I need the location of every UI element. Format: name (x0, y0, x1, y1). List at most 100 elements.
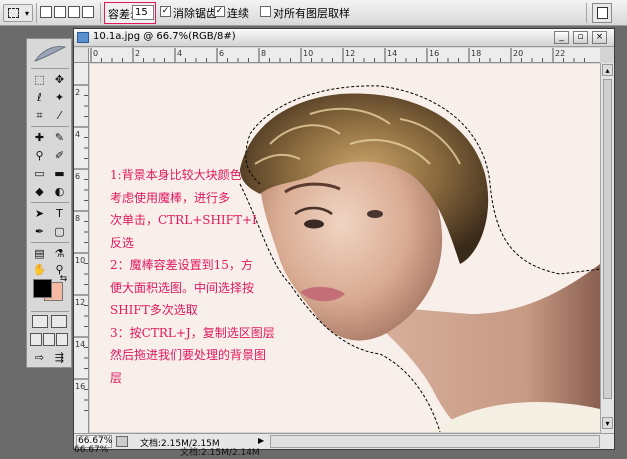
separator (100, 3, 101, 23)
contiguous-checkbox[interactable]: ✓ (214, 6, 225, 17)
extras-icon[interactable]: ⇶ (51, 349, 68, 366)
separator (586, 3, 587, 23)
background-zoom-level: 66.67% (74, 445, 109, 455)
ruler-label: 6 (75, 172, 80, 181)
blur-tool-icon[interactable]: ◆ (31, 183, 48, 200)
scroll-thumb[interactable] (603, 79, 612, 399)
annotation-line: 2：魔棒容差设置到15，方 (110, 258, 253, 272)
jump-to-imageready-icon[interactable]: ⇨ (31, 349, 48, 366)
ruler-origin[interactable] (74, 48, 89, 63)
magic-wand-tool-icon[interactable]: ✦ (51, 89, 68, 106)
ruler-label: 16 (75, 382, 85, 391)
subtract-selection-icon[interactable] (68, 6, 80, 18)
image-canvas[interactable]: 1:背景本身比较大块颜色 考虑使用魔棒，进行多 次单击，CTRL+SHIFT+I… (90, 64, 600, 432)
pen-tool-icon[interactable]: ✒ (31, 223, 48, 240)
document-title: 10.1a.jpg @ 66.7%(RGB/8#) (93, 31, 236, 42)
close-button[interactable]: × (592, 31, 607, 44)
tool-preset-picker[interactable]: ▾ (3, 4, 33, 22)
standard-mode-icon[interactable] (32, 315, 48, 328)
vertical-ruler[interactable]: 2 4 6 8 10 12 14 16 (74, 63, 89, 433)
eraser-tool-icon[interactable]: ▭ (31, 165, 48, 182)
path-selection-icon[interactable]: ➤ (31, 205, 48, 222)
annotation-text: 1:背景本身比较大块颜色 考虑使用魔棒，进行多 次单击，CTRL+SHIFT+I… (110, 164, 280, 389)
move-tool-icon[interactable]: ✥ (51, 71, 68, 88)
ruler-label: 6 (219, 49, 224, 58)
magic-wand-icon (8, 8, 19, 18)
toolbox: ⬚ ✥ ℓ ✦ ⌗ ⁄ ✚ ✎ ⚲ ✐ ▭ ▬ ◆ ◐ ➤ T ✒ ▢ ▤ ⚗ … (26, 38, 72, 368)
sample-all-layers-checkbox[interactable] (260, 6, 271, 17)
palette-well-icon (597, 7, 608, 19)
new-selection-icon[interactable] (40, 6, 52, 18)
swap-colors-icon[interactable]: ⇆ (55, 271, 72, 288)
separator (36, 3, 37, 23)
history-brush-icon[interactable]: ✐ (51, 147, 68, 164)
palette-well-button[interactable] (592, 3, 612, 23)
scroll-down-arrow-icon[interactable]: ▾ (602, 417, 613, 429)
toolbox-separator (31, 202, 69, 203)
foreground-color-swatch[interactable] (33, 279, 52, 298)
annotation-line: 次单击，CTRL+SHIFT+I (110, 213, 257, 227)
lasso-tool-icon[interactable]: ℓ (31, 89, 48, 106)
intersect-selection-icon[interactable] (82, 6, 94, 18)
ruler-label: 10 (303, 49, 313, 58)
document-window: 10.1a.jpg @ 66.7%(RGB/8#) _ ▫ × 0 2 4 6 8 10 1… (73, 28, 615, 450)
horizontal-ruler-ticks: 0 2 4 6 8 10 12 14 16 18 20 22 (90, 48, 585, 62)
hand-tool-icon[interactable]: ✋ (31, 261, 48, 278)
ruler-label: 8 (75, 214, 80, 223)
horizontal-scrollbar[interactable] (270, 435, 600, 448)
annotation-line: 考虑使用魔棒，进行多 (110, 190, 231, 205)
ruler-label: 20 (513, 49, 523, 58)
shape-tool-icon[interactable]: ▢ (51, 223, 68, 240)
vertical-ruler-ticks: 2 4 6 8 10 12 14 16 (74, 84, 88, 411)
feather-logo-icon (34, 46, 67, 62)
annotation-line: 然后拖进我们要处理的背景图 (110, 348, 267, 362)
slice-tool-icon[interactable]: ⁄ (51, 107, 68, 124)
ruler-label: 12 (75, 298, 85, 307)
scroll-up-arrow-icon[interactable]: ▴ (602, 64, 613, 76)
quick-mask-icon[interactable] (51, 315, 67, 328)
ruler-label: 16 (429, 49, 439, 58)
gradient-tool-icon[interactable]: ▬ (51, 165, 68, 182)
add-selection-icon[interactable] (54, 6, 66, 18)
sample-all-layers-label: 对所有图层取样 (273, 7, 350, 20)
dodge-tool-icon[interactable]: ◐ (51, 183, 68, 200)
annotation-line: 反选 (110, 235, 135, 250)
tolerance-label: 容差: (108, 8, 134, 21)
background-window-status: 66.67% 文档:2.15M/2.14M (72, 445, 292, 459)
screen-mode-menu-icon[interactable] (43, 333, 55, 346)
toolbox-separator (31, 126, 69, 127)
toolbox-separator (31, 68, 69, 69)
minimize-button[interactable]: _ (554, 31, 569, 44)
tolerance-input[interactable]: 15 (132, 5, 154, 20)
chevron-down-icon: ▾ (24, 9, 29, 18)
annotation-line: SHIFT多次选取 (110, 303, 198, 317)
healing-brush-icon[interactable]: ✚ (31, 129, 48, 146)
screen-mode-full-icon[interactable] (56, 333, 68, 346)
maximize-button[interactable]: ▫ (573, 31, 588, 44)
horizontal-ruler[interactable]: 0 2 4 6 8 10 12 14 16 18 20 22 (89, 48, 600, 63)
tolerance-group: 容差: 15 (104, 2, 156, 24)
notes-tool-icon[interactable]: ▤ (31, 245, 48, 262)
marquee-tool-icon[interactable]: ⬚ (31, 71, 48, 88)
brush-tool-icon[interactable]: ✎ (51, 129, 68, 146)
background-document-size: 文档:2.15M/2.14M (180, 448, 260, 458)
selection-mode-group (40, 4, 96, 22)
ruler-label: 12 (345, 49, 355, 58)
document-titlebar[interactable]: 10.1a.jpg @ 66.7%(RGB/8#) _ ▫ × (74, 29, 614, 47)
clone-stamp-icon[interactable]: ⚲ (31, 147, 48, 164)
eyedropper-tool-icon[interactable]: ⚗ (51, 245, 68, 262)
status-menu-arrow-icon[interactable]: ▶ (258, 436, 264, 445)
annotation-line: 3：按CTRL+J，复制选区图层 (110, 325, 275, 340)
ruler-label: 4 (177, 49, 182, 58)
toolbox-separator (31, 242, 69, 243)
annotation-line: 便大面积选图。中间选择按 (110, 280, 255, 295)
crop-tool-icon[interactable]: ⌗ (31, 107, 48, 124)
ruler-label: 2 (135, 49, 140, 58)
anti-alias-checkbox[interactable]: ✓ (160, 6, 171, 17)
screen-mode-standard-icon[interactable] (30, 333, 42, 346)
toolbox-separator (31, 311, 69, 312)
vertical-scrollbar[interactable]: ▴ ▾ (600, 63, 614, 433)
ruler-label: 14 (387, 49, 397, 58)
ruler-label: 22 (555, 49, 565, 58)
type-tool-icon[interactable]: T (51, 205, 68, 222)
